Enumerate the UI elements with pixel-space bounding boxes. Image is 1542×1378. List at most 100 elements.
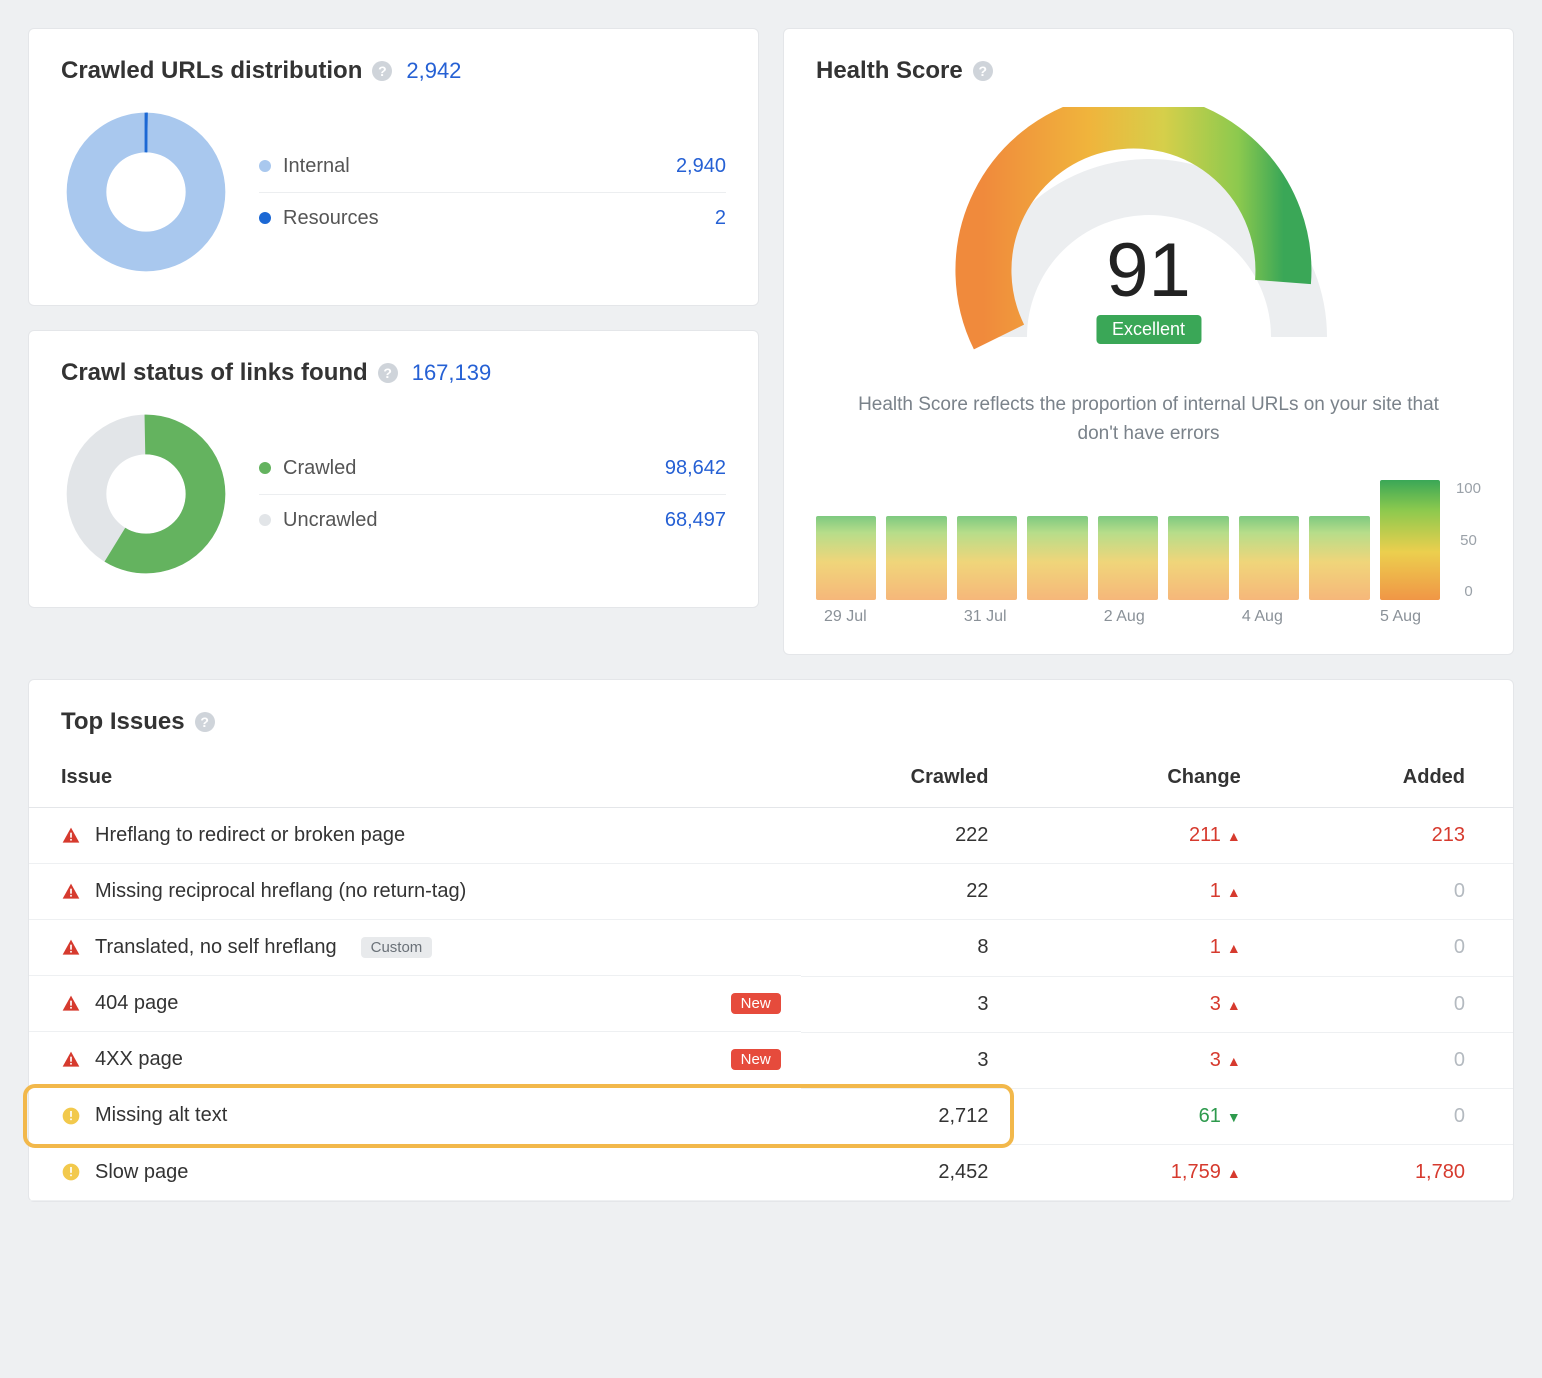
arrow-up-icon: ▲ bbox=[1227, 1165, 1241, 1181]
table-row[interactable]: Missing alt text2,71261▼0 bbox=[29, 1088, 1513, 1144]
new-badge: New bbox=[731, 1049, 781, 1070]
legend-item[interactable]: Uncrawled 68,497 bbox=[259, 495, 726, 546]
table-row[interactable]: Slow page2,4521,759▲1,780 bbox=[29, 1144, 1513, 1200]
table-row[interactable]: 4XX pageNew33▲0 bbox=[29, 1032, 1513, 1088]
arrow-up-icon: ▲ bbox=[1227, 940, 1241, 956]
table-row[interactable]: 404 page New 3 3▲ 0 bbox=[29, 976, 1513, 1032]
table-row[interactable]: Missing reciprocal hreflang (no return-t… bbox=[29, 864, 1513, 920]
error-icon bbox=[61, 826, 81, 846]
legend-item[interactable]: Crawled 98,642 bbox=[259, 443, 726, 495]
health-description: Health Score reflects the proportion of … bbox=[816, 391, 1481, 448]
health-bar[interactable] bbox=[886, 516, 946, 600]
custom-badge: Custom bbox=[361, 937, 433, 958]
crawl-status-card: Crawl status of links found ? 167,139 Cr… bbox=[28, 330, 759, 608]
legend-value[interactable]: 2,940 bbox=[676, 155, 726, 178]
xaxis-tick: 29 Jul bbox=[824, 608, 867, 626]
arrow-down-icon: ▼ bbox=[1227, 1109, 1241, 1125]
arrow-up-icon: ▲ bbox=[1227, 884, 1241, 900]
change-value: 211▲ bbox=[1189, 824, 1241, 846]
health-score-card: Health Score ? bbox=[783, 28, 1514, 655]
health-history-chart: 100 50 0 bbox=[816, 480, 1481, 600]
health-bar[interactable] bbox=[1309, 516, 1369, 600]
col-added[interactable]: Added bbox=[1261, 738, 1513, 808]
col-change[interactable]: Change bbox=[1008, 738, 1260, 808]
arrow-up-icon: ▲ bbox=[1227, 1053, 1241, 1069]
legend-dot bbox=[259, 514, 271, 526]
change-value: 3▲ bbox=[1210, 993, 1241, 1015]
crawled-urls-donut bbox=[61, 107, 231, 277]
health-xaxis: 29 Jul31 Jul2 Aug4 Aug5 Aug bbox=[816, 600, 1481, 626]
error-icon bbox=[61, 1050, 81, 1070]
xaxis-tick: 2 Aug bbox=[1104, 608, 1145, 626]
error-icon bbox=[61, 882, 81, 902]
crawled-urls-legend: Internal 2,940 Resources 2 bbox=[259, 141, 726, 244]
crawled-value: 22 bbox=[801, 864, 1009, 920]
crawl-status-title: Crawl status of links found bbox=[61, 359, 368, 387]
health-bar[interactable] bbox=[1098, 516, 1158, 600]
health-bar[interactable] bbox=[1239, 516, 1299, 600]
issues-table: Issue Crawled Change Added Hreflang to r… bbox=[29, 738, 1513, 1201]
health-yaxis: 100 50 0 bbox=[1450, 480, 1481, 600]
change-value: 61▼ bbox=[1199, 1105, 1241, 1127]
issue-name: Missing reciprocal hreflang (no return-t… bbox=[95, 880, 466, 903]
help-icon[interactable]: ? bbox=[973, 61, 993, 81]
warning-icon bbox=[61, 1162, 81, 1182]
health-score-value: 91 bbox=[939, 227, 1359, 314]
xaxis-tick: 31 Jul bbox=[964, 608, 1007, 626]
legend-item[interactable]: Internal 2,940 bbox=[259, 141, 726, 193]
yaxis-tick: 0 bbox=[1456, 583, 1481, 600]
issue-name: 404 page bbox=[95, 992, 178, 1015]
col-issue[interactable]: Issue bbox=[29, 738, 801, 808]
table-row[interactable]: Translated, no self hreflangCustom81▲0 bbox=[29, 920, 1513, 977]
top-issues-title: Top Issues bbox=[61, 708, 185, 736]
crawled-urls-title-row: Crawled URLs distribution ? 2,942 bbox=[61, 57, 726, 85]
health-bar[interactable] bbox=[1380, 480, 1440, 600]
issue-name: Translated, no self hreflang bbox=[95, 936, 337, 959]
crawled-value: 2,452 bbox=[801, 1144, 1009, 1200]
health-bar[interactable] bbox=[957, 516, 1017, 600]
change-value: 1,759▲ bbox=[1171, 1161, 1241, 1183]
issue-name: 4XX page bbox=[95, 1048, 183, 1071]
yaxis-tick: 100 bbox=[1456, 480, 1481, 497]
added-value: 213 bbox=[1432, 824, 1465, 846]
arrow-up-icon: ▲ bbox=[1227, 997, 1241, 1013]
legend-value[interactable]: 68,497 bbox=[665, 509, 726, 532]
table-row[interactable]: Hreflang to redirect or broken page 222 21… bbox=[29, 808, 1513, 864]
help-icon[interactable]: ? bbox=[378, 363, 398, 383]
added-value: 0 bbox=[1454, 1049, 1465, 1071]
crawl-status-total[interactable]: 167,139 bbox=[412, 360, 492, 386]
added-value: 1,780 bbox=[1415, 1161, 1465, 1183]
change-value: 1▲ bbox=[1210, 936, 1241, 958]
health-badge: Excellent bbox=[1096, 315, 1201, 344]
legend-dot bbox=[259, 462, 271, 474]
legend-value[interactable]: 98,642 bbox=[665, 457, 726, 480]
warning-icon bbox=[61, 1106, 81, 1126]
added-value: 0 bbox=[1454, 1105, 1465, 1127]
crawled-value: 3 bbox=[801, 976, 1009, 1032]
health-bar[interactable] bbox=[1168, 516, 1228, 600]
crawled-value: 222 bbox=[801, 808, 1009, 864]
issue-name: Hreflang to redirect or broken page bbox=[95, 824, 405, 847]
legend-item[interactable]: Resources 2 bbox=[259, 193, 726, 244]
added-value: 0 bbox=[1454, 993, 1465, 1015]
crawled-urls-card: Crawled URLs distribution ? 2,942 Intern… bbox=[28, 28, 759, 306]
health-gauge: 91 Excellent bbox=[939, 107, 1359, 367]
crawled-urls-total[interactable]: 2,942 bbox=[406, 58, 461, 84]
crawled-value: 3 bbox=[801, 1032, 1009, 1088]
health-bar[interactable] bbox=[1027, 516, 1087, 600]
xaxis-tick: 4 Aug bbox=[1242, 608, 1283, 626]
new-badge: New bbox=[731, 993, 781, 1014]
top-issues-card: Top Issues ? Issue Crawled Change Added … bbox=[28, 679, 1514, 1202]
help-icon[interactable]: ? bbox=[195, 712, 215, 732]
error-icon bbox=[61, 938, 81, 958]
crawled-value: 2,712 bbox=[801, 1088, 1009, 1144]
legend-label: Uncrawled bbox=[283, 509, 653, 532]
legend-value[interactable]: 2 bbox=[715, 207, 726, 230]
legend-label: Crawled bbox=[283, 457, 653, 480]
col-crawled[interactable]: Crawled bbox=[801, 738, 1009, 808]
legend-label: Resources bbox=[283, 207, 703, 230]
health-bar[interactable] bbox=[816, 516, 876, 600]
crawl-status-title-row: Crawl status of links found ? 167,139 bbox=[61, 359, 726, 387]
legend-label: Internal bbox=[283, 155, 664, 178]
help-icon[interactable]: ? bbox=[372, 61, 392, 81]
